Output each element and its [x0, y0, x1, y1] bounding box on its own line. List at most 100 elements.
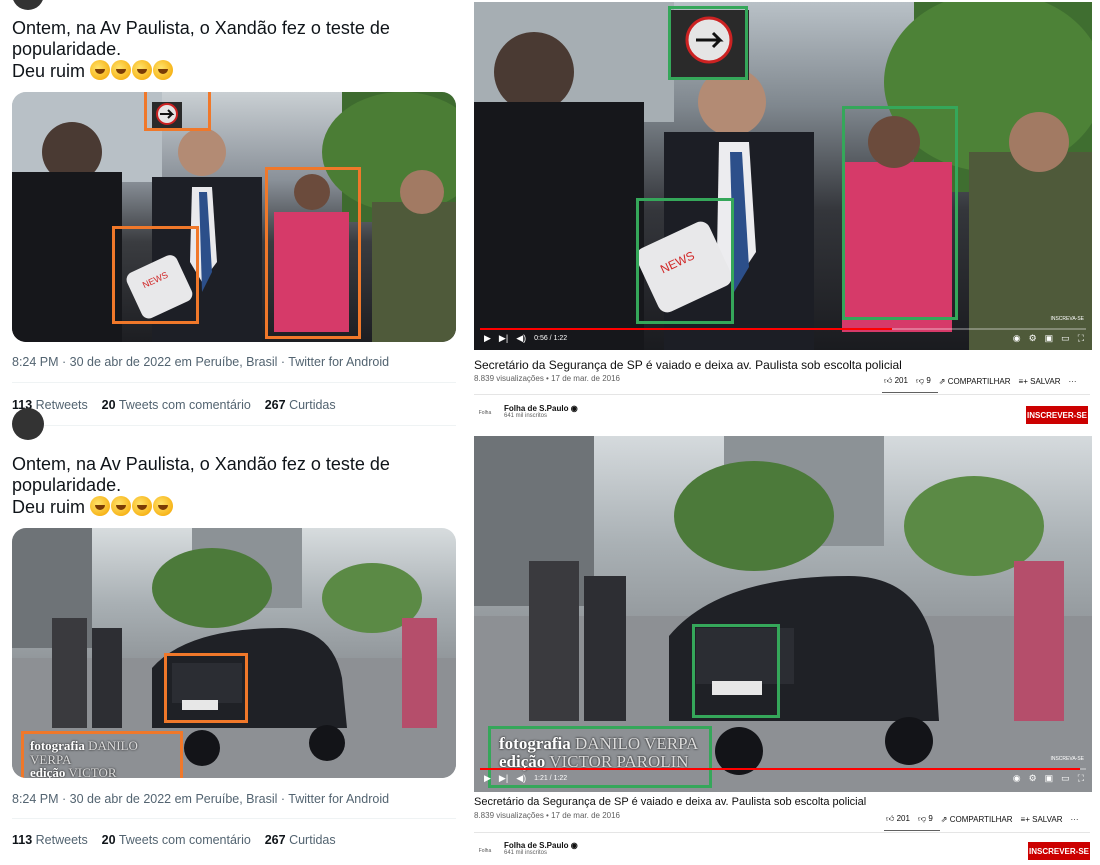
progress-bar-fill	[480, 768, 1080, 770]
channel-info: Folha de S.Paulo ◉ 641 mil inscritos	[504, 841, 578, 856]
tweet-panel-bottom: Ontem, na Av Paulista, o Xandão fez o te…	[0, 408, 470, 865]
like-button[interactable]: 👍︎ 201	[886, 814, 910, 824]
gear-icon[interactable]: ⚙	[1029, 773, 1037, 784]
annotation-box-woman	[265, 167, 361, 339]
rofl-emoji-icon	[90, 60, 111, 80]
rofl-emoji-icon	[90, 496, 111, 516]
channel-avatar[interactable]: Folha	[474, 840, 496, 862]
divider	[12, 425, 456, 426]
tweet-text: Ontem, na Av Paulista, o Xandão fez o te…	[12, 18, 467, 82]
verified-icon: ◉	[570, 404, 578, 413]
tweet-video[interactable]: fotografia DANILO VERPA edição VICTOR PA…	[12, 528, 456, 778]
youtube-panel-top: NEWS INSCREVA-SE ▶ ▶| ◀) 0:56 / 1:22 ◉ ⚙…	[472, 0, 1100, 430]
divider	[474, 394, 1090, 395]
progress-bar-track[interactable]	[480, 328, 1086, 330]
more-options-button[interactable]: ···	[1071, 815, 1079, 824]
time-display: 1:21 / 1:22	[534, 775, 568, 782]
video-views-date: 8.839 visualizações • 17 de mar. de 2016	[474, 374, 621, 383]
tweet-text-line3: Deu ruim	[12, 496, 467, 518]
like-bar	[882, 392, 938, 393]
tweet-text: Ontem, na Av Paulista, o Xandão fez o te…	[12, 454, 467, 518]
annotation-box-license-plate	[692, 624, 780, 718]
video-title: Secretário da Segurança de SP é vaiado e…	[474, 796, 867, 808]
video-credit-caption: fotografia DANILO VERPA edição VICTOR PA…	[21, 731, 183, 778]
like-bar	[884, 830, 940, 831]
fullscreen-icon[interactable]: ⛶	[1078, 333, 1084, 344]
channel-name[interactable]: Folha de S.Paulo ◉	[504, 404, 578, 413]
volume-icon[interactable]: ◀)	[516, 333, 526, 344]
player-controls: ▶ ▶| ◀) 0:56 / 1:22 ◉ ⚙ ▣ ▭ ⛶	[484, 333, 1084, 344]
annotation-box-sign	[668, 6, 748, 80]
youtube-player[interactable]: NEWS INSCREVA-SE ▶ ▶| ◀) 0:56 / 1:22 ◉ ⚙…	[474, 2, 1092, 350]
more-options-button[interactable]: ···	[1069, 377, 1077, 386]
video-actions: 👍︎ 201 👎︎ 9 ⇗ COMPARTILHAR ≡+ SALVAR ···	[884, 376, 1077, 386]
verified-icon: ◉	[570, 841, 578, 850]
next-icon[interactable]: ▶|	[499, 333, 508, 344]
time-display: 0:56 / 1:22	[534, 335, 568, 342]
autoplay-toggle-icon[interactable]: ◉	[1013, 773, 1021, 784]
rofl-emoji-icon	[132, 60, 153, 80]
channel-avatar[interactable]: Folha	[474, 402, 496, 424]
likes-stat[interactable]: 267 Curtidas	[265, 398, 336, 412]
share-icon: ⇗	[940, 814, 948, 824]
next-icon[interactable]: ▶|	[499, 773, 508, 784]
player-controls: ▶ ▶| ◀) 1:21 / 1:22 ◉ ⚙ ▣ ▭ ⛶	[484, 773, 1084, 784]
progress-bar-track[interactable]	[480, 768, 1086, 770]
channel-name[interactable]: Folha de S.Paulo ◉	[504, 841, 578, 850]
video-frame-scene: NEWS	[474, 2, 1092, 350]
subscribe-button[interactable]: INSCREVER-SE	[1028, 842, 1090, 860]
avatar[interactable]	[12, 0, 44, 10]
likes-stat[interactable]: 267 Curtidas	[265, 833, 336, 847]
miniplayer-icon[interactable]: ▣	[1045, 773, 1054, 784]
like-button[interactable]: 👍︎ 201	[884, 376, 908, 386]
autoplay-toggle-icon[interactable]: ◉	[1013, 333, 1021, 344]
progress-bar-fill	[480, 328, 893, 330]
tweet-text-line3: Deu ruim	[12, 60, 467, 82]
youtube-player[interactable]: fotografia DANILO VERPA edição VICTOR PA…	[474, 436, 1092, 792]
avatar[interactable]	[12, 408, 44, 440]
video-frame-scene: NEWS	[12, 92, 456, 342]
retweets-stat[interactable]: 113 Retweets	[12, 833, 88, 847]
rofl-emoji-icon	[153, 60, 174, 80]
volume-icon[interactable]: ◀)	[516, 773, 526, 784]
gear-icon[interactable]: ⚙	[1029, 333, 1037, 344]
save-button[interactable]: ≡+ SALVAR	[1019, 377, 1061, 386]
video-watermark[interactable]: INSCREVA-SE	[1050, 316, 1084, 322]
tweet-text-line1: Ontem, na Av Paulista, o Xandão fez o te…	[12, 18, 390, 38]
save-button[interactable]: ≡+ SALVAR	[1021, 815, 1063, 824]
playlist-add-icon: ≡+	[1018, 376, 1028, 386]
subscribe-button[interactable]: INSCREVER-SE	[1026, 406, 1088, 424]
quotes-stat[interactable]: 20 Tweets com comentário	[102, 398, 251, 412]
tweet-timestamp[interactable]: 8:24 PM · 30 de abr de 2022 em Peruíbe, …	[12, 355, 389, 369]
divider	[12, 382, 456, 383]
tweet-stats: 113 Retweets 20 Tweets com comentário 26…	[12, 833, 336, 847]
thumbs-down-icon: 👎︎	[915, 376, 925, 385]
tweet-timestamp[interactable]: 8:24 PM · 30 de abr de 2022 em Peruíbe, …	[12, 792, 389, 806]
play-icon[interactable]: ▶	[484, 773, 491, 784]
annotation-box-woman	[842, 106, 958, 320]
tweet-video[interactable]: NEWS	[12, 92, 456, 342]
subscriber-count: 641 mil inscritos	[504, 413, 548, 419]
dislike-button[interactable]: 👎︎ 9	[918, 814, 933, 824]
rofl-emoji-icon	[132, 496, 153, 516]
rofl-emoji-icon	[153, 496, 174, 516]
quotes-stat[interactable]: 20 Tweets com comentário	[102, 833, 251, 847]
miniplayer-icon[interactable]: ▣	[1045, 333, 1054, 344]
video-watermark[interactable]: INSCREVA-SE	[1050, 756, 1084, 762]
play-icon[interactable]: ▶	[484, 333, 491, 344]
divider	[474, 832, 1090, 833]
divider	[12, 818, 456, 819]
thumbs-up-icon: 👍︎	[884, 376, 893, 385]
annotation-box-sign	[144, 92, 211, 131]
dislike-button[interactable]: 👎︎ 9	[916, 376, 931, 386]
theater-icon[interactable]: ▭	[1061, 773, 1070, 784]
tweet-text-line2: popularidade.	[12, 475, 122, 495]
fullscreen-icon[interactable]: ⛶	[1078, 773, 1084, 784]
share-button[interactable]: ⇗ COMPARTILHAR	[941, 815, 1013, 824]
annotation-box-microphone	[636, 198, 734, 324]
youtube-panel-bottom: fotografia DANILO VERPA edição VICTOR PA…	[472, 434, 1100, 865]
channel-info: Folha de S.Paulo ◉ 641 mil inscritos	[504, 404, 578, 419]
share-button[interactable]: ⇗ COMPARTILHAR	[939, 377, 1011, 386]
theater-icon[interactable]: ▭	[1061, 333, 1070, 344]
video-actions: 👍︎ 201 👎︎ 9 ⇗ COMPARTILHAR ≡+ SALVAR ···	[886, 814, 1079, 824]
